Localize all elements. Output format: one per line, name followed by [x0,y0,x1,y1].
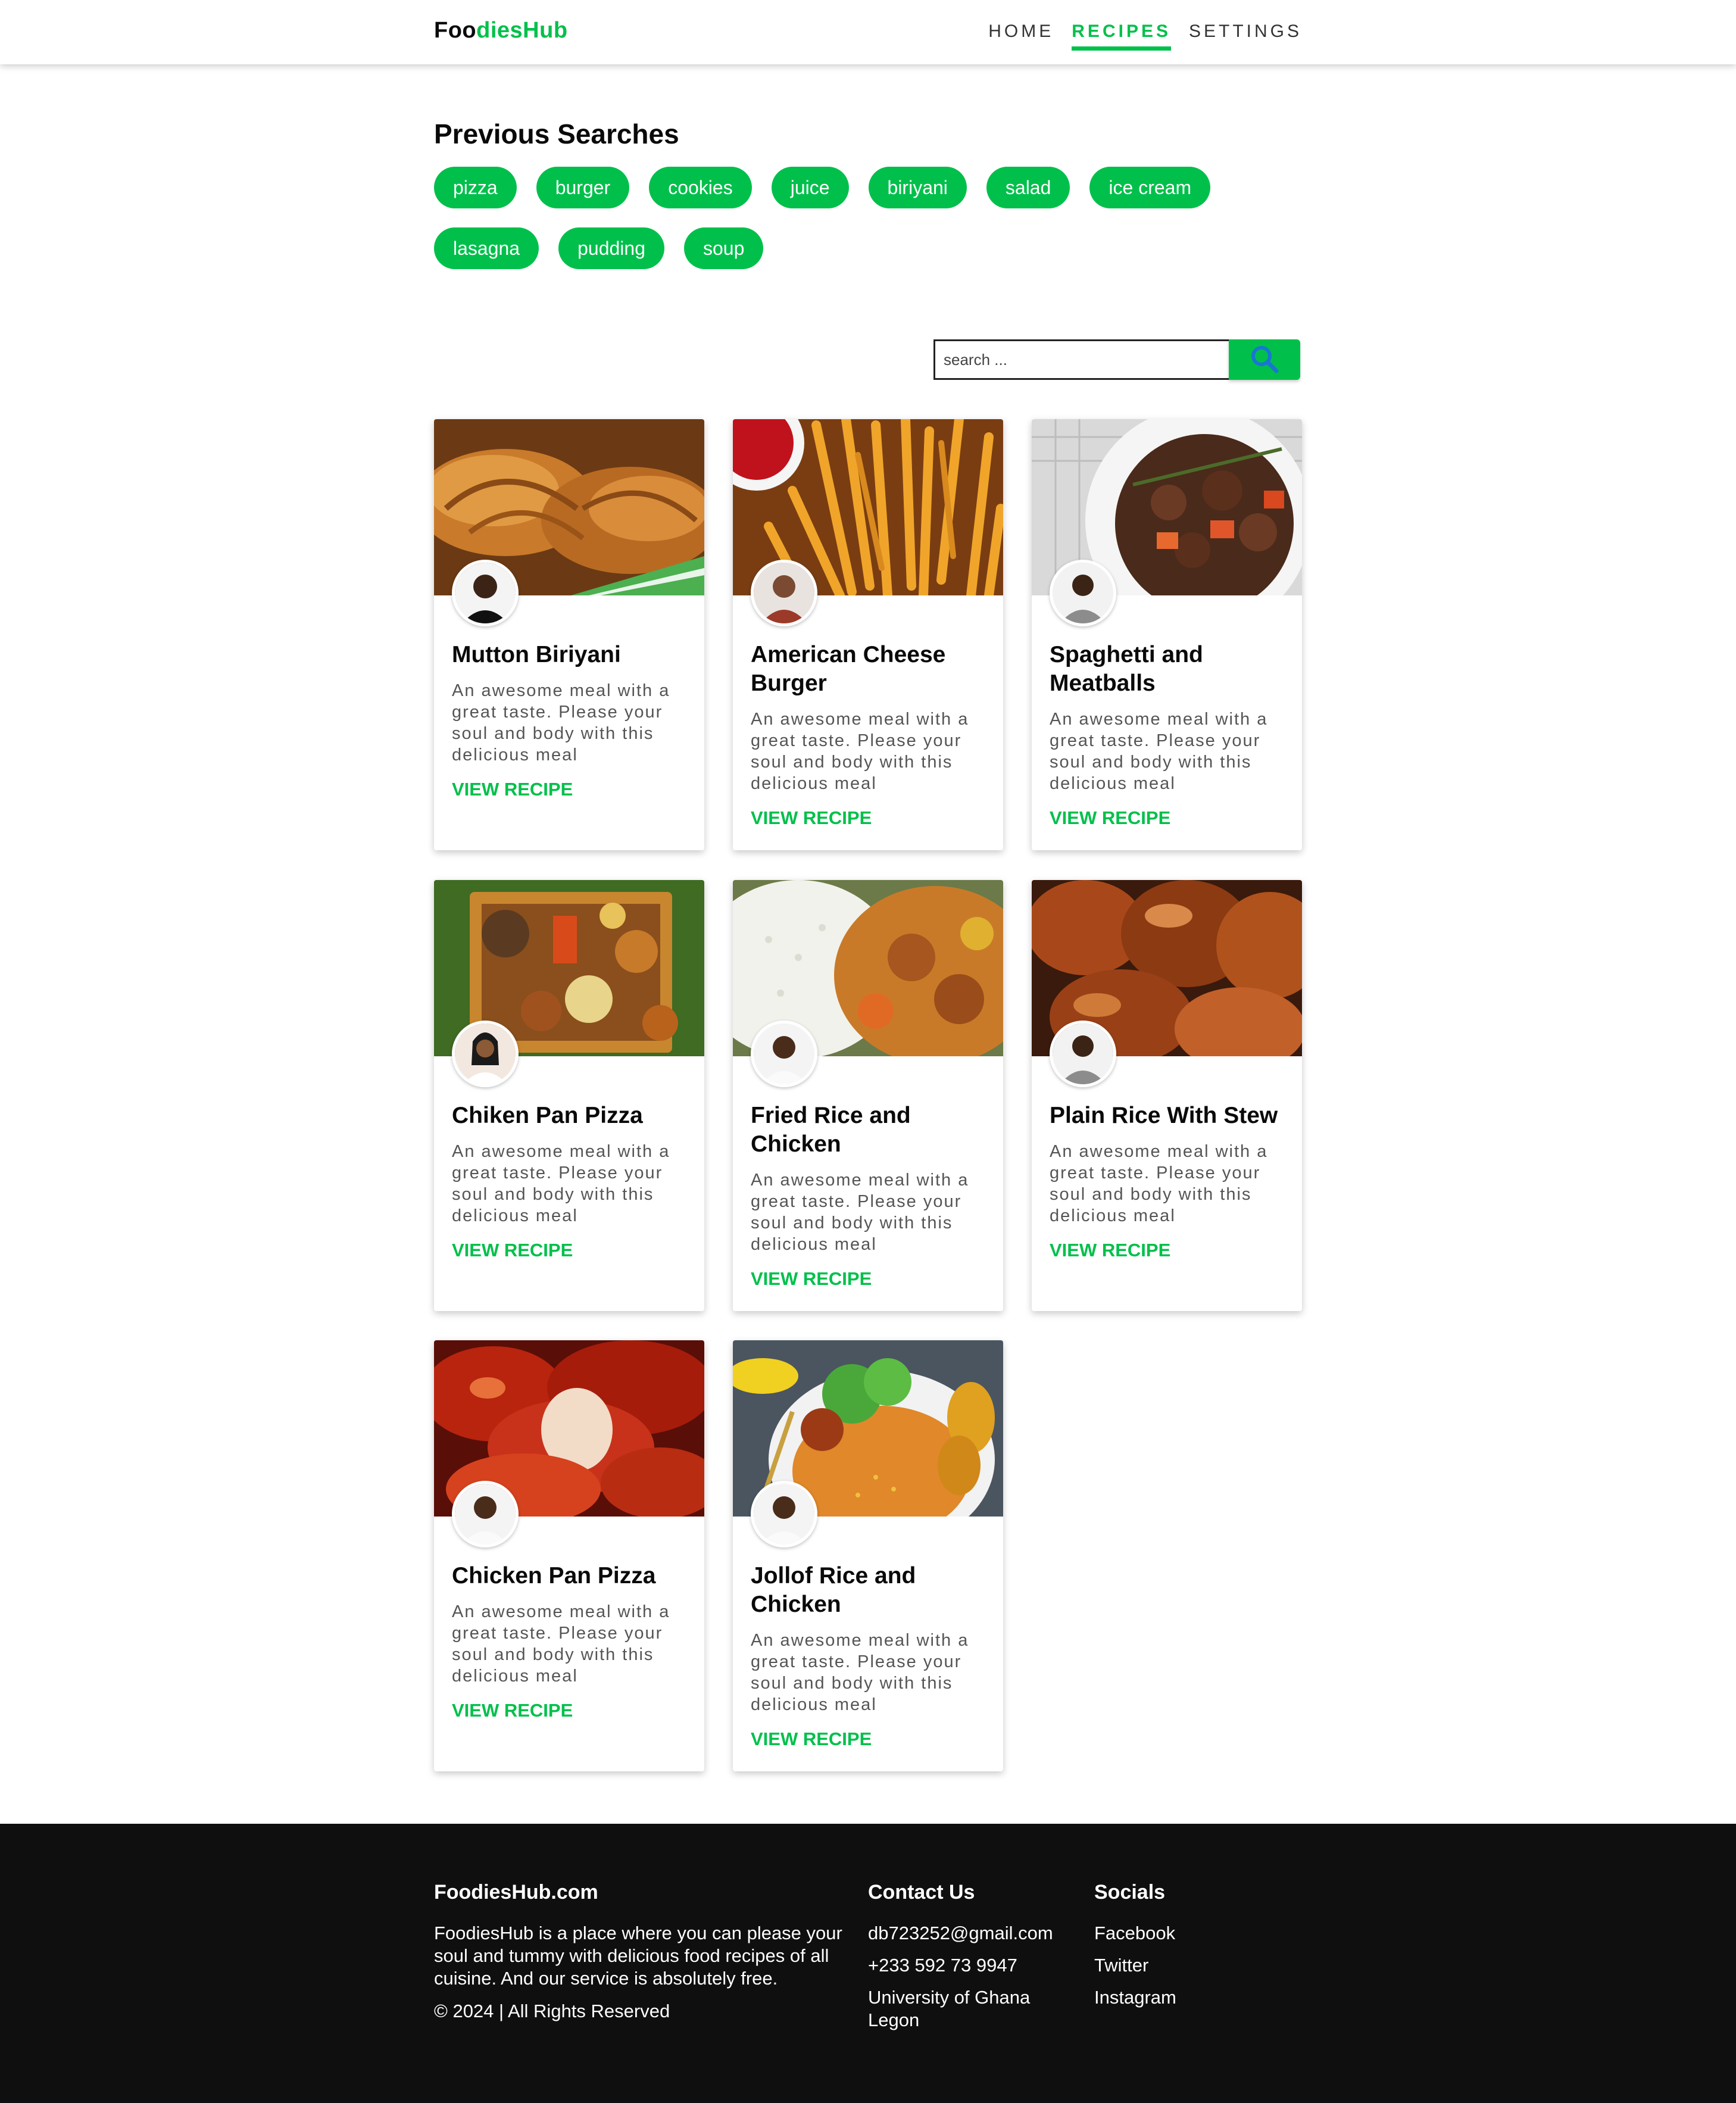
recipe-card: American Cheese Burger An awesome meal w… [733,419,1003,850]
chef-avatar [751,1021,817,1087]
recipe-card: Mutton Biriyani An awesome meal with a g… [434,419,704,850]
footer-socials-title: Socials [1094,1881,1166,1904]
view-recipe-link[interactable]: VIEW RECIPE [751,1728,872,1750]
search-chip[interactable]: pudding [558,227,664,269]
recipe-card: Plain Rice With Stew An awesome meal wit… [1032,880,1302,1311]
recipe-card: Chicken Pan Pizza An awesome meal with a… [434,1340,704,1771]
recipe-description: An awesome meal with a great taste. Plea… [751,710,969,793]
social-twitter-link[interactable]: Twitter [1094,1955,1148,1976]
recipe-title: Fried Rice and Chicken [751,1103,911,1157]
search-icon [1249,344,1280,376]
search-input[interactable] [933,339,1229,380]
nav-recipes-link[interactable]: RECIPES [1072,21,1171,51]
recipe-description: An awesome meal with a great taste. Plea… [452,1142,670,1225]
recipe-description: An awesome meal with a great taste. Plea… [452,1602,670,1686]
social-instagram-link[interactable]: Instagram [1094,1987,1176,2008]
search-chip[interactable]: salad [986,167,1070,208]
chef-avatar [751,560,817,626]
recipe-title: Mutton Biriyani [452,642,621,667]
search-chip[interactable]: ice cream [1089,167,1211,208]
footer: FoodiesHub.com FoodiesHub is a place whe… [0,1824,1736,2103]
footer-contact-title: Contact Us [868,1881,975,1904]
footer-about-title: FoodiesHub.com [434,1881,598,1904]
recipe-title: Chiken Pan Pizza [452,1103,643,1128]
search-chip[interactable]: burger [536,167,630,208]
recipe-description: An awesome meal with a great taste. Plea… [751,1631,969,1714]
chef-avatar [452,560,519,626]
recipe-description: An awesome meal with a great taste. Plea… [751,1171,969,1254]
search-bar [933,339,1300,380]
nav-links: HOME RECIPES SETTINGS [988,21,1302,51]
search-chip[interactable]: soup [683,227,764,269]
footer-contact: Contact Us db723252@gmail.com +233 592 7… [868,1881,1070,2041]
recipe-title: Plain Rice With Stew [1050,1103,1278,1128]
chef-avatar [751,1481,817,1547]
contact-phone[interactable]: +233 592 73 9947 [868,1954,1070,1977]
brand-part-1: Foo [434,18,477,43]
view-recipe-link[interactable]: VIEW RECIPE [452,1240,573,1261]
chef-avatar [452,1481,519,1547]
social-facebook-link[interactable]: Facebook [1094,1923,1175,1943]
contact-address: University of Ghana Legon [868,1987,1031,2030]
chef-avatar [452,1021,519,1087]
navbar: FoodiesHub HOME RECIPES SETTINGS [0,0,1736,64]
view-recipe-link[interactable]: VIEW RECIPE [751,1268,872,1290]
recipe-description: An awesome meal with a great taste. Plea… [1050,1142,1268,1225]
brand-logo[interactable]: FoodiesHub [434,18,568,43]
recipe-card: Fried Rice and Chicken An awesome meal w… [733,880,1003,1311]
recipe-description: An awesome meal with a great taste. Plea… [452,681,670,765]
recipe-card: Chiken Pan Pizza An awesome meal with a … [434,880,704,1311]
footer-socials: Socials Facebook Twitter Instagram [1094,1881,1176,2018]
view-recipe-link[interactable]: VIEW RECIPE [1050,1240,1170,1261]
search-chip[interactable]: cookies [649,167,752,208]
previous-searches-title: Previous Searches [434,118,679,149]
search-chip[interactable]: pizza [434,167,517,208]
chef-avatar [1050,1021,1116,1087]
search-chip[interactable]: lasagna [434,227,539,269]
view-recipe-link[interactable]: VIEW RECIPE [751,807,872,829]
view-recipe-link[interactable]: VIEW RECIPE [452,779,573,800]
footer-about: FoodiesHub.com FoodiesHub is a place whe… [434,1881,863,2022]
previous-searches-chips: pizza burger cookies juice biriyani sala… [434,167,1303,269]
footer-copyright: © 2024 | All Rights Reserved [434,2001,670,2021]
search-chip[interactable]: biriyani [868,167,967,208]
nav-home-link[interactable]: HOME [988,21,1054,51]
chef-avatar [1050,560,1116,626]
nav-settings-link[interactable]: SETTINGS [1189,21,1302,51]
footer-about-text: FoodiesHub is a place where you can plea… [434,1923,842,1989]
contact-email[interactable]: db723252@gmail.com [868,1922,1070,1945]
recipe-card: Spaghetti and Meatballs An awesome meal … [1032,419,1302,850]
recipe-title: Jollof Rice and Chicken [751,1563,916,1617]
recipe-title: Spaghetti and Meatballs [1050,642,1203,696]
recipe-description: An awesome meal with a great taste. Plea… [1050,710,1268,793]
recipe-card: Jollof Rice and Chicken An awesome meal … [733,1340,1003,1771]
view-recipe-link[interactable]: VIEW RECIPE [452,1700,573,1721]
search-chip[interactable]: juice [771,167,849,208]
brand-part-2: diesHub [476,18,568,43]
recipe-title: American Cheese Burger [751,642,946,696]
recipe-title: Chicken Pan Pizza [452,1563,656,1589]
view-recipe-link[interactable]: VIEW RECIPE [1050,807,1170,829]
search-button[interactable] [1229,339,1300,380]
